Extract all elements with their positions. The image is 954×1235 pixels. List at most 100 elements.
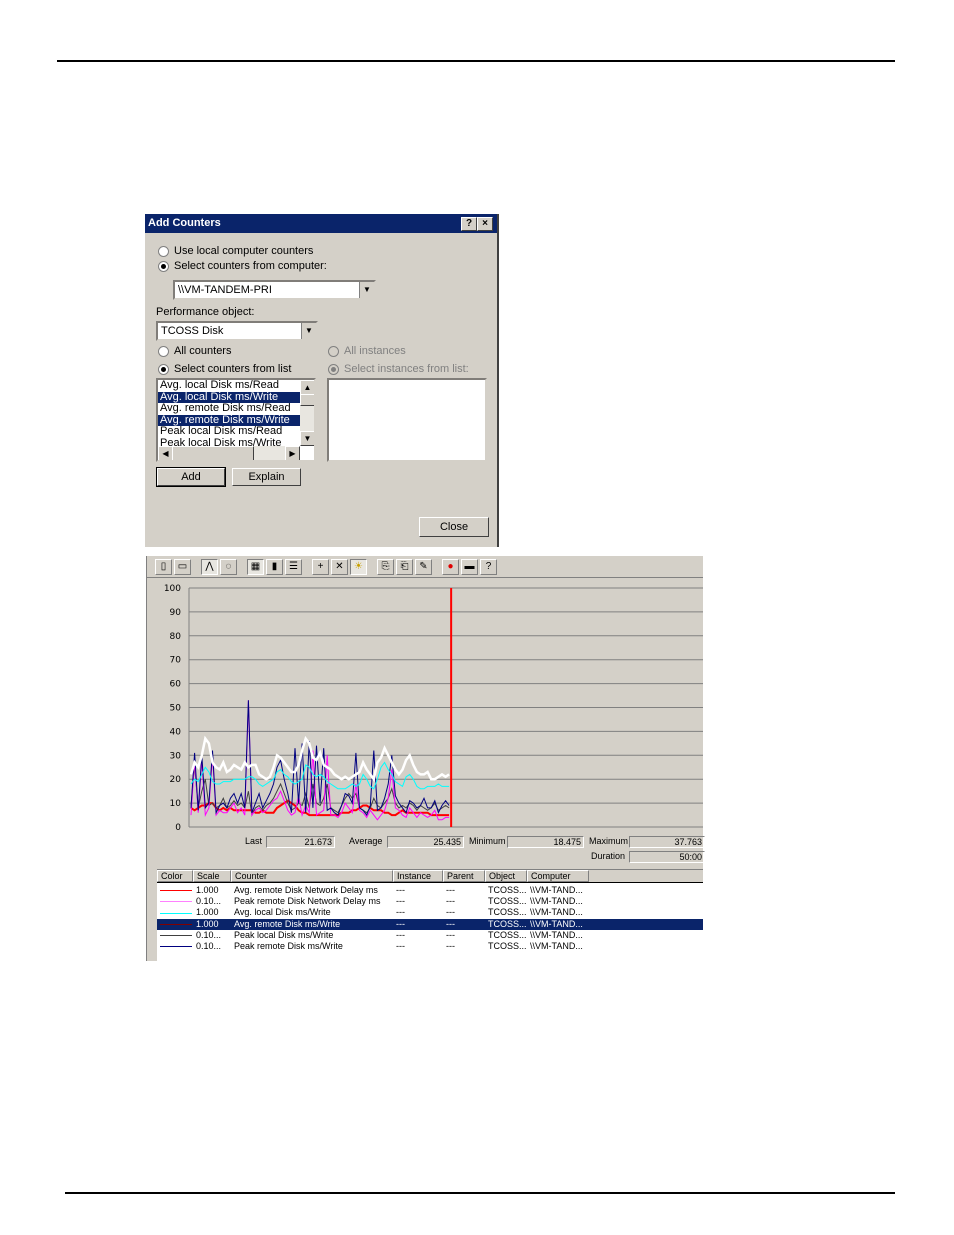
add-button[interactable]: Add (156, 467, 226, 487)
delete-icon[interactable]: ✕ (331, 558, 348, 575)
duration-label: Duration (591, 851, 626, 861)
scroll-thumb[interactable] (172, 446, 254, 460)
y-tick-label: 100 (164, 584, 181, 594)
horizontal-scrollbar[interactable]: ◀ ▶ (158, 446, 300, 460)
legend-cell-computer: \\VM-TAND... (530, 918, 583, 929)
properties-icon[interactable]: ✎ (415, 558, 432, 575)
legend-cell-computer: \\VM-TAND... (530, 940, 583, 951)
highlight-icon[interactable]: ☀ (350, 558, 367, 575)
add-icon[interactable]: + (312, 558, 329, 575)
scroll-up-icon[interactable]: ▲ (300, 380, 314, 395)
legend-cell-scale: 1.000 (196, 907, 219, 918)
use-local-radio[interactable]: Use local computer counters (158, 245, 313, 257)
line-color-icon (160, 912, 192, 914)
legend-cell-scale: 1.000 (196, 918, 219, 929)
counter-list-item[interactable]: Avg. local Disk ms/Read (158, 380, 314, 392)
chevron-down-icon[interactable]: ▼ (359, 282, 374, 298)
select-counters-radio[interactable]: Select counters from list (158, 363, 291, 375)
scroll-right-icon[interactable]: ▶ (285, 446, 300, 460)
all-counters-radio[interactable]: All counters (158, 345, 231, 357)
computer-combo[interactable]: \\VM-TANDEM-PRI ▼ (173, 280, 376, 300)
view-current-activity-icon[interactable]: ⋀ (201, 558, 218, 575)
legend-row[interactable]: 1.000 Avg. remote Disk ms/Write --- --- TCOS… (157, 918, 703, 930)
radio-button-icon (158, 245, 169, 257)
counter-legend[interactable]: Color Scale Counter Instance Parent Object Com… (157, 869, 703, 962)
scroll-left-icon[interactable]: ◀ (158, 446, 173, 460)
legend-column-header[interactable]: Instance (393, 870, 443, 882)
new-counter-set-icon[interactable]: ▯ (155, 558, 172, 575)
legend-cell-computer: \\VM-TAND... (530, 885, 583, 895)
instances-listbox[interactable] (327, 378, 487, 462)
help-icon[interactable]: ? (480, 558, 497, 575)
color-swatch (157, 919, 193, 930)
legend-row[interactable]: 1.000 Avg. remote Disk Network Delay ms --… (157, 885, 703, 896)
y-tick-label: 40 (170, 727, 182, 737)
last-value: 21.673 (266, 836, 335, 848)
y-tick-label: 0 (175, 823, 181, 830)
clear-display-icon[interactable]: ▭ (174, 558, 191, 575)
chevron-down-icon[interactable]: ▼ (301, 323, 316, 339)
performance-object-value: TCOSS Disk (161, 325, 224, 337)
explain-button[interactable]: Explain (232, 468, 301, 486)
legend-cell-parent: --- (446, 929, 455, 940)
select-from-computer-radio[interactable]: Select counters from computer: (158, 260, 327, 272)
color-swatch (157, 941, 193, 952)
legend-column-header[interactable]: Scale (193, 870, 231, 882)
performance-object-combo[interactable]: TCOSS Disk ▼ (156, 321, 318, 341)
close-icon[interactable]: × (477, 217, 493, 231)
legend-column-header[interactable]: Object (485, 870, 527, 882)
legend-column-header[interactable]: Counter (231, 870, 393, 882)
legend-column-header[interactable]: Color (157, 870, 193, 882)
legend-cell-counter: Peak remote Disk Network Delay ms (234, 896, 381, 907)
scroll-thumb[interactable] (300, 394, 314, 406)
update-data-icon[interactable]: ▬ (461, 558, 478, 575)
freeze-display-icon[interactable]: ● (442, 558, 459, 575)
line-color-icon (160, 890, 192, 892)
counter-list-item[interactable]: Peak local Disk ms/Read (158, 425, 314, 438)
legend-cell-object: TCOSS... (488, 918, 527, 929)
legend-cell-object: TCOSS... (488, 929, 527, 940)
legend-row[interactable]: 0.10... Peak local Disk ms/Write --- --- TCO… (157, 930, 703, 941)
legend-row[interactable]: 1.000 Avg. local Disk ms/Write --- --- TCOSS… (157, 907, 703, 918)
dialog-title: Add Counters (148, 217, 221, 229)
legend-cell-object: TCOSS... (488, 940, 527, 951)
paste-counter-list-icon[interactable]: ⎗ (396, 558, 413, 575)
view-histogram-icon[interactable]: ▮ (266, 558, 283, 575)
color-swatch (157, 896, 193, 907)
legend-cell-scale: 0.10... (196, 929, 222, 940)
counter-list-item[interactable]: Avg. remote Disk ms/Read (158, 402, 314, 415)
legend-column-header[interactable]: Parent (443, 870, 485, 882)
help-button[interactable]: ? (461, 217, 477, 231)
close-button[interactable]: Close (419, 517, 489, 537)
copy-properties-icon[interactable]: ⎘ (377, 558, 394, 575)
legend-cell-counter: Peak remote Disk ms/Write (234, 940, 343, 951)
page-top-rule (57, 60, 895, 62)
legend-header: Color Scale Counter Instance Parent Object Com… (157, 870, 703, 883)
y-tick-label: 50 (170, 704, 182, 714)
all-instances-radio[interactable]: All instances (328, 345, 406, 357)
minimum-value: 18.475 (507, 836, 584, 848)
counters-listbox[interactable]: Avg. local Disk ms/Read Avg. local Disk m… (156, 378, 316, 462)
legend-row[interactable]: 0.10... Peak remote Disk ms/Write --- --- TC… (157, 941, 703, 952)
vertical-scrollbar[interactable]: ▲ ▼ (300, 380, 314, 446)
select-instances-radio[interactable]: Select instances from list: (328, 363, 469, 375)
radio-label: Select counters from computer: (174, 260, 327, 272)
legend-cell-parent: --- (446, 940, 455, 951)
dialog-titlebar: Add Counters ? × (145, 214, 497, 233)
line-color-icon (160, 946, 192, 948)
line-color-icon (160, 901, 192, 903)
legend-row[interactable]: 0.10... Peak remote Disk Network Delay ms… (157, 896, 703, 907)
legend-cell-instance: --- (396, 907, 405, 918)
scroll-down-icon[interactable]: ▼ (300, 431, 314, 446)
view-log-data-icon[interactable]: ◌ (220, 558, 237, 575)
view-graph-icon[interactable]: ▦ (247, 558, 264, 575)
view-report-icon[interactable]: ☰ (285, 558, 302, 575)
line-color-icon (160, 934, 192, 936)
y-tick-label: 10 (170, 799, 182, 809)
legend-cell-instance: --- (396, 896, 405, 907)
legend-cell-counter: Avg. remote Disk ms/Write (234, 918, 341, 929)
add-counters-dialog: Add Counters ? × Use local computer coun… (144, 214, 499, 547)
maximum-label: Maximum (589, 836, 629, 846)
y-tick-label: 90 (170, 608, 182, 618)
legend-column-header[interactable]: Computer (527, 870, 589, 882)
